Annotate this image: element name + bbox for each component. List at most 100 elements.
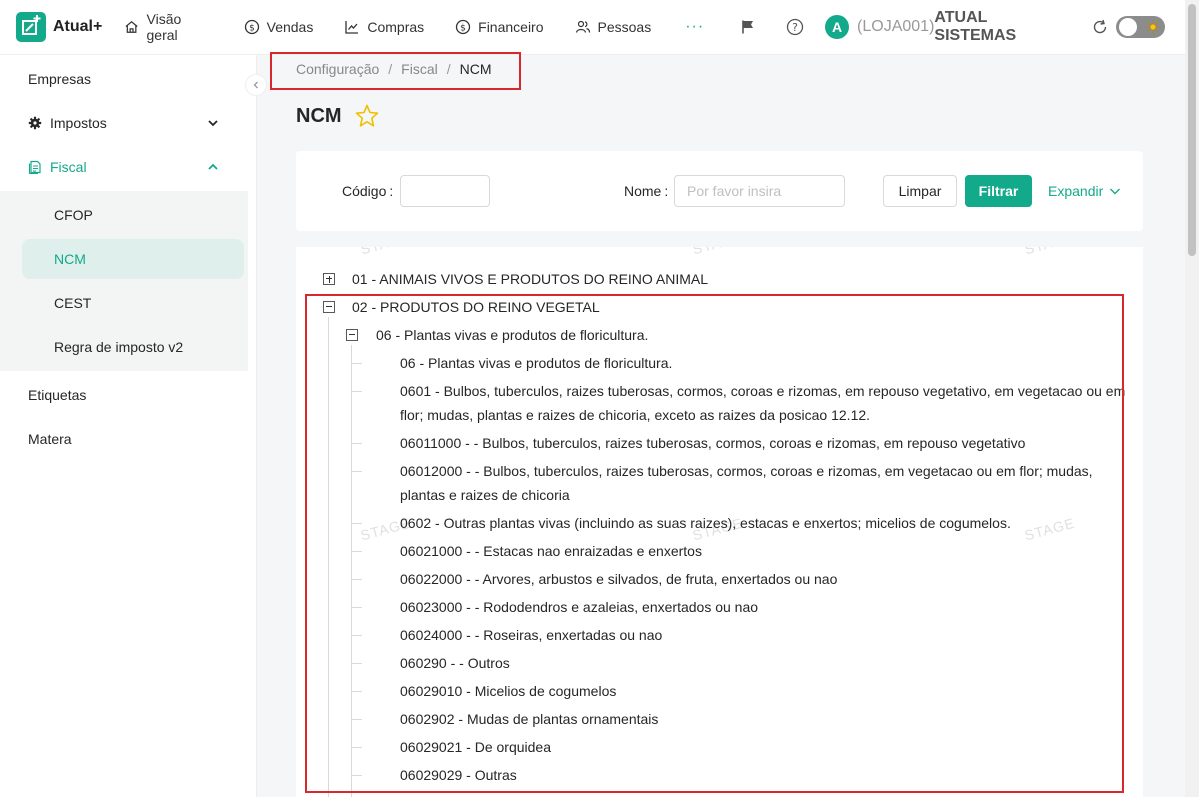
breadcrumb-configuracao[interactable]: Configuração — [296, 61, 379, 77]
tree-node-02[interactable]: 02 - PRODUTOS DO REINO VEGETAL — [352, 295, 600, 319]
tree-leaf[interactable]: 0602902 - Mudas de plantas ornamentais — [400, 707, 658, 731]
breadcrumb-ncm: NCM — [459, 61, 492, 77]
top-navbar: Atual+ Visão geral $ Vendas Compras $ Fi… — [0, 0, 1199, 55]
tree-leaf[interactable]: 06011000 - - Bulbos, tuberculos, raizes … — [400, 431, 1025, 455]
page-scrollbar[interactable] — [1185, 0, 1199, 797]
sidebar-item-label: Empresas — [28, 71, 92, 87]
nav-pessoas[interactable]: Pessoas — [575, 19, 651, 35]
tree-leaf-continuation[interactable]: flor; mudas, plantas e raizes de chicori… — [400, 403, 870, 427]
people-icon — [575, 20, 590, 33]
tree-leaf[interactable]: 0602 - Outras plantas vivas (incluindo a… — [400, 511, 1011, 535]
chevron-up-icon — [208, 163, 218, 170]
sidebar-item-label: Impostos — [50, 115, 107, 131]
expandir-button[interactable]: Expandir — [1048, 183, 1121, 199]
tree-branch-line — [352, 551, 362, 552]
dollar-circle-icon: $ — [455, 19, 471, 35]
sidebar-item-ncm[interactable]: NCM — [22, 239, 244, 279]
tree-leaf[interactable]: 06 - Plantas vivas e produtos de floricu… — [400, 351, 672, 375]
sidebar-collapse-button[interactable] — [245, 74, 267, 96]
tree-leaf[interactable]: 06029029 - Outras — [400, 763, 517, 787]
breadcrumb: Configuração / Fiscal / NCM — [296, 61, 492, 77]
tree-branch-line — [352, 719, 362, 720]
nav-label: Compras — [367, 19, 425, 35]
app-name: Atual+ — [53, 18, 103, 35]
sidebar-item-impostos[interactable]: Impostos — [0, 101, 257, 145]
sidebar-item-empresas[interactable]: Empresas — [0, 57, 257, 101]
sun-icon — [1146, 20, 1160, 34]
breadcrumb-separator: / — [446, 61, 451, 77]
watermark: STAGE — [691, 247, 745, 257]
toggle-knob — [1119, 18, 1138, 36]
tree-collapse-toggle[interactable] — [346, 329, 358, 341]
chart-line-icon — [345, 21, 359, 34]
tree-branch-line — [352, 579, 362, 580]
tree-branch-line — [352, 635, 362, 636]
store-code: (LOJA001) — [857, 18, 935, 35]
tree-leaf[interactable]: 06012000 - - Bulbos, tuberculos, raizes … — [400, 459, 1093, 483]
document-icon — [28, 160, 41, 174]
sidebar-item-cfop[interactable]: CFOP — [22, 195, 244, 235]
chevron-down-icon — [1110, 188, 1121, 195]
scrollbar-thumb[interactable] — [1188, 4, 1196, 256]
theme-toggle[interactable] — [1116, 16, 1165, 38]
breadcrumb-fiscal[interactable]: Fiscal — [401, 61, 438, 77]
limpar-button[interactable]: Limpar — [883, 175, 957, 207]
nav-financeiro[interactable]: $ Financeiro — [455, 19, 544, 35]
flag-icon[interactable] — [740, 19, 756, 35]
tree-guide-line — [351, 345, 352, 797]
tree-branch-line — [352, 391, 362, 392]
tree-leaf[interactable]: 0601 - Bulbos, tuberculos, raizes tubero… — [400, 379, 1125, 403]
watermark: STAGE — [1022, 514, 1077, 544]
chevron-down-icon — [208, 120, 218, 127]
tree-leaf[interactable]: 06024000 - - Roseiras, enxertadas ou nao — [400, 623, 662, 647]
tree-node-01[interactable]: 01 - ANIMAIS VIVOS E PRODUTOS DO REINO A… — [352, 267, 708, 291]
sidebar-item-matera[interactable]: Matera — [0, 417, 257, 461]
filtrar-button[interactable]: Filtrar — [965, 175, 1032, 207]
tree-expand-toggle[interactable] — [323, 273, 335, 285]
tree-branch-line — [352, 443, 362, 444]
gear-icon — [28, 116, 42, 130]
app-logo[interactable]: Atual+ — [16, 12, 102, 42]
nav-compras[interactable]: Compras — [344, 19, 424, 35]
nome-input[interactable] — [674, 175, 845, 207]
tree-leaf[interactable]: 06023000 - - Rododendros e azaleias, enx… — [400, 595, 758, 619]
refresh-icon[interactable] — [1092, 19, 1108, 35]
user-avatar[interactable]: A — [825, 15, 850, 39]
home-icon — [125, 20, 138, 33]
filter-panel: Código: Nome: Limpar Filtrar Expandir — [296, 151, 1143, 231]
nav-visao-geral[interactable]: Visão geral — [124, 11, 212, 43]
tree-leaf[interactable]: 06022000 - - Arvores, arbustos e silvado… — [400, 567, 837, 591]
nav-vendas[interactable]: $ Vendas — [244, 19, 314, 35]
tree-leaf-continuation[interactable]: plantas e raizes de chicoria — [400, 483, 570, 507]
sidebar-item-label: Regra de imposto v2 — [54, 339, 184, 355]
svg-text:$: $ — [249, 24, 255, 34]
nome-label: Nome: — [624, 183, 669, 199]
sidebar-item-cest[interactable]: CEST — [22, 283, 244, 323]
help-icon[interactable]: ? — [786, 18, 804, 36]
tree-branch-line — [352, 607, 362, 608]
nav-label: Vendas — [266, 19, 314, 35]
fiscal-submenu: CFOP NCM CEST Regra de imposto v2 — [0, 191, 248, 371]
expandir-label: Expandir — [1048, 183, 1104, 199]
tree-node-06[interactable]: 06 - Plantas vivas e produtos de floricu… — [376, 323, 648, 347]
nav-more-button[interactable]: ··· — [685, 18, 704, 36]
favorite-star-icon[interactable] — [354, 103, 380, 129]
tree-collapse-toggle[interactable] — [323, 301, 335, 313]
sidebar-item-label: Fiscal — [50, 159, 87, 175]
tree-branch-line — [352, 471, 362, 472]
watermark: STAGE — [359, 247, 413, 257]
sidebar-item-fiscal[interactable]: Fiscal — [0, 145, 257, 189]
tree-leaf[interactable]: 06021000 - - Estacas nao enraizadas e en… — [400, 539, 702, 563]
sidebar-item-regra-imposto[interactable]: Regra de imposto v2 — [22, 327, 244, 367]
tree-leaf[interactable]: 060290 - - Outros — [400, 651, 510, 675]
watermark: STAGE — [1023, 247, 1077, 257]
sidebar-item-label: CFOP — [54, 207, 93, 223]
sidebar-item-label: NCM — [54, 251, 86, 267]
tree-guide-line — [328, 317, 329, 797]
svg-text:?: ? — [792, 21, 798, 34]
tree-leaf[interactable]: 06029021 - De orquidea — [400, 735, 551, 759]
tree-leaf[interactable]: 06029010 - Micelios de cogumelos — [400, 679, 616, 703]
sidebar-item-label: Matera — [28, 431, 72, 447]
codigo-input[interactable] — [400, 175, 490, 207]
sidebar-item-etiquetas[interactable]: Etiquetas — [0, 373, 257, 417]
